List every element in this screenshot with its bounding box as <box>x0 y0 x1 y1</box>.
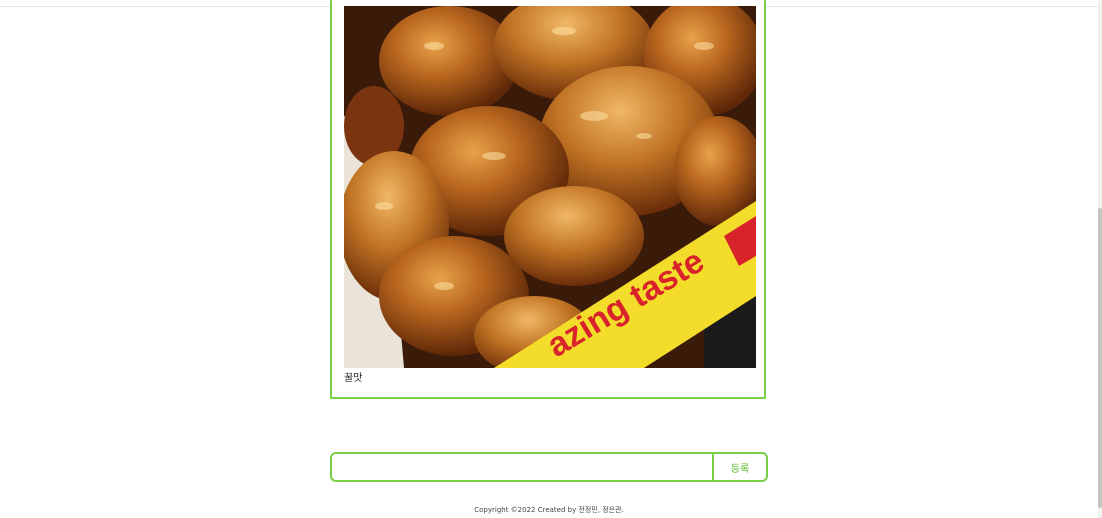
comment-form: 등록 <box>330 452 768 482</box>
post-card: azing taste 꿀맛 <box>330 0 766 399</box>
submit-comment-button[interactable]: 등록 <box>712 452 768 482</box>
footer-copyright: Copyright ©2022 Created by 전정민, 정은관. <box>474 506 624 514</box>
scrollbar-thumb[interactable] <box>1098 208 1102 508</box>
post-photo: azing taste <box>344 6 756 368</box>
comment-input[interactable] <box>330 452 714 482</box>
post-caption: 꿀맛 <box>344 373 363 384</box>
fried-chicken-image: azing taste <box>344 6 756 368</box>
